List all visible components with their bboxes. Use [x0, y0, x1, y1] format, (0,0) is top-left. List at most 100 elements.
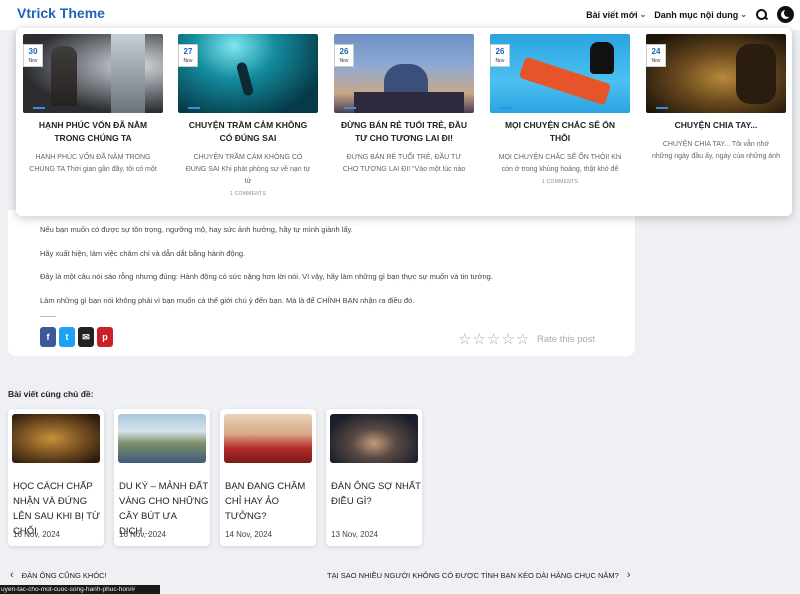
accent-stripe [500, 107, 512, 109]
post-excerpt: MỌI CHUYỆN CHẮC SẼ ỔN THÔI! Khi còn ở tr… [498, 154, 622, 173]
post-date: 14 Nov, 2024 [225, 530, 272, 539]
next-post-title: TẠI SAO NHIỀU NGƯỜI KHÔNG CÓ ĐƯỢC TÌNH B… [327, 571, 619, 580]
accent-stripe [344, 107, 356, 109]
post-thumbnail[interactable] [118, 414, 206, 463]
star-icon[interactable]: ☆ [516, 332, 529, 347]
post-excerpt: CHUYỆN TRẦM CẢM KHÔNG CÓ ĐÚNG SAI Khi ph… [185, 154, 311, 185]
comment-count: 1 COMMENTS [229, 191, 267, 197]
article-paragraph: Làm những gì bạn nói không phải vì bạn m… [40, 296, 415, 305]
accent-stripe [188, 107, 200, 109]
chevron-down-icon: ⌄ [740, 10, 747, 19]
post-excerpt: CHUYỆN CHIA TAY... Tôi vẫn nhớ những ngà… [652, 141, 780, 160]
dark-mode-icon[interactable] [777, 6, 794, 23]
post-thumbnail[interactable] [224, 414, 312, 463]
accent-stripe [33, 107, 45, 109]
post-date: 13 Nov, 2024 [331, 530, 378, 539]
date-badge: 26 Nov [334, 44, 354, 67]
post-title[interactable]: CHUYỆN CHIA TAY... [646, 119, 786, 132]
date-badge: 26 Nov [490, 44, 510, 67]
search-icon[interactable] [755, 8, 769, 22]
post-title[interactable]: ĐỪNG BÁN RẺ TUỔI TRẺ, ĐẦU TƯ CHO TƯƠNG L… [334, 119, 474, 145]
figure-shape [51, 46, 77, 106]
latest-posts-dropdown: 30 Nov HẠNH PHÚC VỐN ĐÃ NẰM TRONG CHÚNG T… [16, 28, 792, 216]
email-icon: ✉ [82, 332, 90, 342]
window-shape [111, 34, 145, 113]
date-day: 27 [183, 47, 193, 56]
dropdown-post-card[interactable]: 30 Nov HẠNH PHÚC VỐN ĐÃ NẰM TRONG CHÚNG T… [23, 34, 163, 179]
post-thumbnail[interactable] [330, 414, 418, 463]
previous-post-title: ĐÀN ÔNG CŨNG KHÓC! [21, 571, 107, 580]
post-title[interactable]: CHUYỆN TRẦM CẢM KHÔNG CÓ ĐÚNG SAI [178, 119, 318, 145]
dropdown-post-card[interactable]: 26 Nov MỌI CHUYỆN CHẮC SẼ ỔN THÔI MỌI CHU… [490, 34, 630, 185]
diver-shape [235, 61, 255, 97]
post-title[interactable]: HẠNH PHÚC VỐN ĐÃ NẰM TRONG CHÚNG TA [23, 119, 163, 145]
nav-categories[interactable]: Danh mục nội dung ⌄ [654, 10, 747, 20]
site-header: Vtrick Theme Bài viết mới ⌄ Danh mục nội… [0, 0, 800, 30]
related-post-card[interactable]: DU KÝ – MẢNH ĐẤT VÀNG CHO NHỮNG CÂY BÚT … [114, 409, 210, 546]
twitter-share-button[interactable]: t [59, 327, 75, 347]
browser-status-url: uyen-tac-cho-mot-cuoc-song-hanh-phuc-hon… [0, 585, 160, 594]
post-thumbnail[interactable]: 30 Nov [23, 34, 163, 113]
date-month: Nov [651, 58, 661, 64]
facebook-share-button[interactable]: f [40, 327, 56, 347]
site-logo[interactable]: Vtrick Theme [17, 5, 105, 21]
date-day: 30 [28, 47, 38, 56]
dropdown-post-card[interactable]: 24 Nov CHUYỆN CHIA TAY... CHUYỆN CHIA TAY… [646, 34, 786, 166]
chevron-down-icon: ⌄ [639, 10, 647, 19]
date-month: Nov [495, 58, 505, 64]
cat-shape [590, 42, 614, 74]
star-icon[interactable]: ☆ [458, 332, 471, 347]
dropdown-post-card[interactable]: 27 Nov CHUYỆN TRẦM CẢM KHÔNG CÓ ĐÚNG SAI … [178, 34, 318, 197]
related-post-card[interactable]: BẠN ĐANG CHĂM CHỈ HAY ẢO TƯỞNG? 14 Nov, … [220, 409, 316, 546]
date-day: 26 [495, 47, 505, 56]
figure-shape [736, 44, 776, 104]
rating-label: Rate this post [537, 334, 596, 345]
pinterest-share-button[interactable]: p [97, 327, 113, 347]
post-title[interactable]: BẠN ĐANG CHĂM CHỈ HAY ẢO TƯỞNG? [225, 479, 315, 524]
email-share-button[interactable]: ✉ [78, 327, 94, 347]
previous-post-link[interactable]: ‹ ĐÀN ÔNG CŨNG KHÓC! [10, 569, 107, 581]
rating-stars[interactable]: ☆ ☆ ☆ ☆ ☆ [458, 332, 529, 347]
date-badge: 27 Nov [178, 44, 198, 67]
post-thumbnail[interactable] [12, 414, 100, 463]
post-title[interactable]: ĐÀN ÔNG SỢ NHẤT ĐIỀU GÌ? [331, 479, 421, 509]
comment-count: 1 COMMENTS [541, 179, 579, 185]
accent-stripe [656, 107, 668, 109]
nav-latest-posts[interactable]: Bài viết mới ⌄ [586, 10, 646, 20]
facebook-icon: f [46, 332, 50, 342]
date-month: Nov [28, 58, 38, 64]
post-date: 16 Nov, 2024 [13, 530, 60, 539]
post-thumbnail[interactable]: 24 Nov [646, 34, 786, 113]
date-day: 26 [339, 47, 349, 56]
post-thumbnail[interactable]: 26 Nov [334, 34, 474, 113]
date-day: 24 [651, 47, 661, 56]
date-badge: 24 Nov [646, 44, 666, 67]
next-post-link[interactable]: TẠI SAO NHIỀU NGƯỜI KHÔNG CÓ ĐƯỢC TÌNH B… [327, 569, 631, 581]
dropdown-post-card[interactable]: 26 Nov ĐỪNG BÁN RẺ TUỔI TRẺ, ĐẦU TƯ CHO T… [334, 34, 474, 179]
divider [40, 316, 56, 317]
chevron-right-icon: › [626, 569, 631, 581]
date-badge: 30 Nov [23, 44, 43, 67]
star-icon[interactable]: ☆ [487, 332, 500, 347]
post-excerpt: HẠNH PHÚC VỐN ĐÃ NẰM TRONG CHÚNG TA Thời… [29, 154, 157, 173]
star-icon[interactable]: ☆ [501, 332, 514, 347]
post-thumbnail[interactable]: 27 Nov [178, 34, 318, 113]
date-month: Nov [339, 58, 349, 64]
chevron-left-icon: ‹ [10, 569, 14, 581]
star-icon[interactable]: ☆ [472, 332, 485, 347]
nav-categories-label: Danh mục nội dung [654, 9, 739, 20]
twitter-icon: t [65, 332, 69, 342]
article-paragraph: Đây là một câu nói sáo rỗng nhưng đúng: … [40, 272, 493, 281]
related-post-card[interactable]: ĐÀN ÔNG SỢ NHẤT ĐIỀU GÌ? 13 Nov, 2024 [326, 409, 422, 546]
article-paragraph: Hãy xuất hiện, làm việc chăm chỉ và dẫn … [40, 249, 246, 258]
related-post-card[interactable]: HỌC CÁCH CHẤP NHẬN VÀ ĐỨNG LÊN SAU KHI B… [8, 409, 104, 546]
article-paragraph: Nếu bạn muốn có được sự tôn trọng, ngưỡn… [40, 225, 353, 234]
related-heading: Bài viết cùng chủ đề: [8, 389, 94, 399]
post-date: 16 Nov, 2024 [119, 530, 166, 539]
post-excerpt: ĐỪNG BÁN RẺ TUỔI TRẺ, ĐẦU TƯ CHO TƯƠNG L… [342, 154, 466, 173]
post-title[interactable]: MỌI CHUYỆN CHẮC SẼ ỔN THÔI [490, 119, 630, 145]
pinterest-icon: p [102, 332, 108, 342]
article-content: Nếu bạn muốn có được sự tôn trọng, ngưỡn… [8, 210, 635, 356]
post-thumbnail[interactable]: 26 Nov [490, 34, 630, 113]
desk-shape [354, 92, 464, 113]
